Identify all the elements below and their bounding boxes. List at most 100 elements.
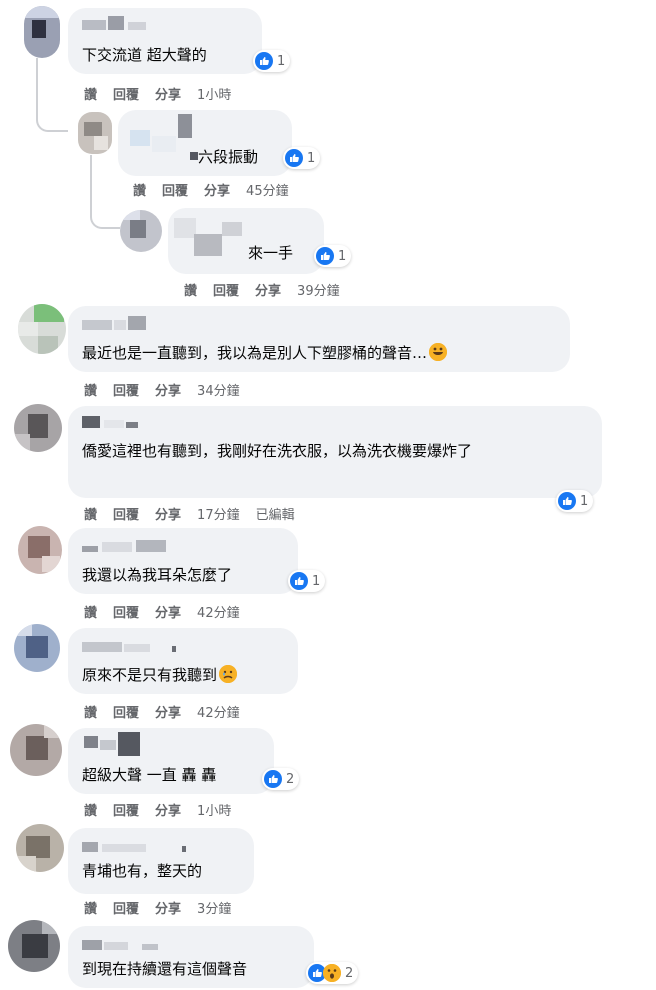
author-name[interactable]: [174, 212, 250, 266]
share-button[interactable]: 分享: [155, 504, 181, 523]
timestamp[interactable]: 17分鐘: [197, 504, 240, 523]
like-button[interactable]: 讚: [133, 180, 146, 199]
timestamp[interactable]: 45分鐘: [246, 180, 289, 199]
like-button[interactable]: 讚: [84, 602, 97, 621]
comment-text: 來一手: [248, 244, 294, 262]
comment-text: 到現在持續還有這個聲音: [82, 960, 248, 978]
timestamp[interactable]: 39分鐘: [297, 280, 340, 299]
share-button[interactable]: 分享: [155, 380, 181, 399]
avatar[interactable]: [10, 724, 62, 776]
reaction-summary[interactable]: 2: [306, 962, 359, 984]
comment-bubble: 下交流道 超大聲的: [68, 8, 262, 74]
author-name[interactable]: [82, 16, 148, 32]
share-button[interactable]: 分享: [155, 702, 181, 721]
comment-actions: 讚回覆 分享 34分鐘: [84, 380, 256, 399]
reaction-summary[interactable]: 1: [283, 147, 321, 169]
comment-bubble: 僑愛這裡也有聽到，我剛好在洗衣服，以為洗衣機要爆炸了: [68, 406, 602, 498]
author-name[interactable]: [82, 838, 192, 854]
reply-button[interactable]: 回覆: [213, 280, 239, 299]
share-button[interactable]: 分享: [204, 180, 230, 199]
like-button[interactable]: 讚: [84, 84, 97, 103]
author-name[interactable]: [84, 732, 154, 758]
comment-bubble: 到現在持續還有這個聲音: [68, 926, 314, 988]
share-button[interactable]: 分享: [255, 280, 281, 299]
author-name[interactable]: [130, 112, 200, 160]
comment-actions: 讚回覆 分享 17分鐘 已編輯: [84, 504, 311, 523]
like-button[interactable]: 讚: [84, 380, 97, 399]
reaction-summary[interactable]: 2: [262, 768, 300, 790]
reply-button[interactable]: 回覆: [113, 898, 139, 917]
reaction-count: 1: [277, 53, 286, 69]
avatar[interactable]: [18, 526, 62, 574]
timestamp[interactable]: 42分鐘: [197, 702, 240, 721]
edited-label[interactable]: 已編輯: [256, 504, 295, 523]
like-button[interactable]: 讚: [84, 898, 97, 917]
thread-line: [36, 58, 68, 132]
reply-button[interactable]: 回覆: [113, 602, 139, 621]
like-button[interactable]: 讚: [84, 702, 97, 721]
wow-icon: [323, 964, 341, 982]
share-button[interactable]: 分享: [155, 602, 181, 621]
avatar[interactable]: [16, 824, 64, 872]
reaction-summary[interactable]: 1: [314, 245, 352, 267]
comment-actions: 讚回覆 分享 45分鐘: [133, 180, 305, 199]
avatar[interactable]: [18, 304, 66, 354]
comment-bubble: 原來不是只有我聽到: [68, 628, 298, 694]
share-button[interactable]: 分享: [155, 800, 181, 819]
comment-text: 青埔也有，整天的: [82, 862, 203, 880]
like-button[interactable]: 讚: [184, 280, 197, 299]
sad-emoji-icon: [219, 665, 238, 683]
comment-actions: 讚回覆 分享 42分鐘: [84, 702, 256, 721]
author-name[interactable]: [82, 316, 152, 332]
comment-bubble: 超級大聲 一直 轟 轟: [68, 728, 274, 794]
like-icon: [316, 247, 334, 265]
comment-actions: 讚回覆 分享 3分鐘: [84, 898, 247, 917]
comment-text: 超級大聲 一直 轟 轟: [82, 766, 217, 784]
comment-text: 原來不是只有我聽到: [82, 664, 238, 686]
reaction-count: 2: [345, 965, 354, 981]
avatar[interactable]: [78, 112, 112, 154]
comment-text: 僑愛這裡也有聽到，我剛好在洗衣服，以為洗衣機要爆炸了: [82, 442, 473, 460]
comment-text: 我還以為我耳朵怎麼了: [82, 566, 233, 584]
reply-button[interactable]: 回覆: [113, 800, 139, 819]
avatar[interactable]: [120, 210, 162, 252]
reaction-summary[interactable]: 1: [288, 570, 326, 592]
avatar[interactable]: [8, 920, 60, 972]
author-name[interactable]: [82, 538, 172, 554]
reaction-count: 1: [580, 493, 589, 509]
reaction-summary[interactable]: 1: [556, 490, 594, 512]
comment-bubble: 青埔也有，整天的: [68, 828, 254, 894]
like-button[interactable]: 讚: [84, 800, 97, 819]
avatar[interactable]: [24, 6, 60, 58]
avatar[interactable]: [14, 624, 60, 672]
reaction-count: 1: [338, 248, 347, 264]
like-icon: [264, 770, 282, 788]
author-name[interactable]: [82, 414, 152, 430]
comment-text: 下交流道 超大聲的: [82, 46, 207, 64]
timestamp[interactable]: 34分鐘: [197, 380, 240, 399]
timestamp[interactable]: 1小時: [197, 800, 231, 819]
share-button[interactable]: 分享: [155, 84, 181, 103]
comment-bubble: 我還以為我耳朵怎麼了: [68, 528, 298, 594]
like-icon: [285, 149, 303, 167]
reaction-summary[interactable]: 1: [253, 50, 291, 72]
share-button[interactable]: 分享: [155, 898, 181, 917]
like-icon: [558, 492, 576, 510]
author-name[interactable]: [82, 936, 162, 952]
reply-button[interactable]: 回覆: [113, 380, 139, 399]
timestamp[interactable]: 42分鐘: [197, 602, 240, 621]
comment-text: 六段振動: [198, 148, 259, 166]
timestamp[interactable]: 1小時: [197, 84, 231, 103]
timestamp[interactable]: 3分鐘: [197, 898, 231, 917]
author-name[interactable]: [82, 638, 182, 654]
comment-bubble: 最近也是一直聽到，我以為是別人下塑膠桶的聲音…: [68, 306, 570, 372]
like-button[interactable]: 讚: [84, 504, 97, 523]
reply-button[interactable]: 回覆: [113, 702, 139, 721]
reply-button[interactable]: 回覆: [113, 84, 139, 103]
avatar[interactable]: [14, 404, 62, 452]
reply-button[interactable]: 回覆: [113, 504, 139, 523]
comment-actions: 讚回覆 分享 39分鐘: [184, 280, 356, 299]
comment-bubble: 六段振動: [118, 110, 292, 176]
reply-button[interactable]: 回覆: [162, 180, 188, 199]
reaction-count: 1: [307, 150, 316, 166]
